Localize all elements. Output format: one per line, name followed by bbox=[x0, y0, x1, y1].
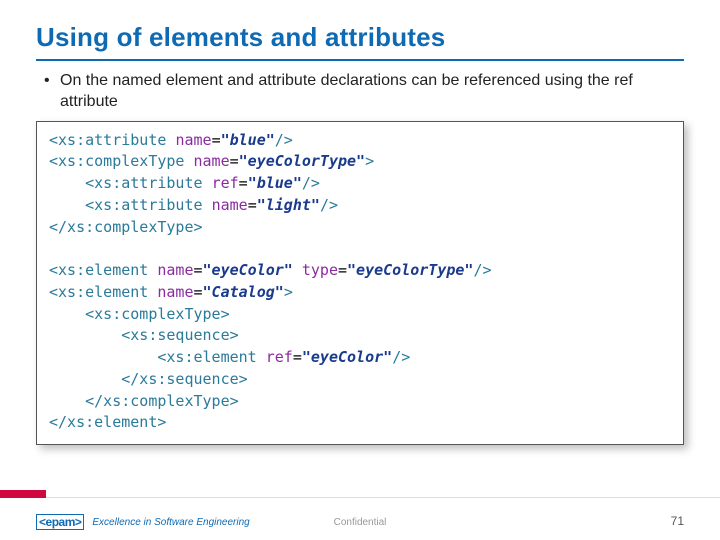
slide-footer: epam Excellence in Software Engineering … bbox=[0, 494, 720, 540]
slide-title: Using of elements and attributes bbox=[36, 22, 684, 61]
logo-text: epam bbox=[36, 514, 84, 530]
bullet-marker: • bbox=[44, 71, 60, 92]
bullet-item: • On the named element and attribute dec… bbox=[36, 71, 684, 113]
bullet-text: On the named element and attribute decla… bbox=[60, 71, 684, 113]
brand-logo: epam Excellence in Software Engineering bbox=[36, 514, 250, 530]
confidential-label: Confidential bbox=[334, 517, 387, 528]
accent-bar bbox=[0, 490, 46, 498]
page-number: 71 bbox=[671, 514, 684, 528]
code-sample: <xs:attribute name="blue"/> <xs:complexT… bbox=[36, 121, 684, 446]
footer-divider bbox=[0, 497, 720, 498]
logo-tagline: Excellence in Software Engineering bbox=[92, 517, 249, 528]
